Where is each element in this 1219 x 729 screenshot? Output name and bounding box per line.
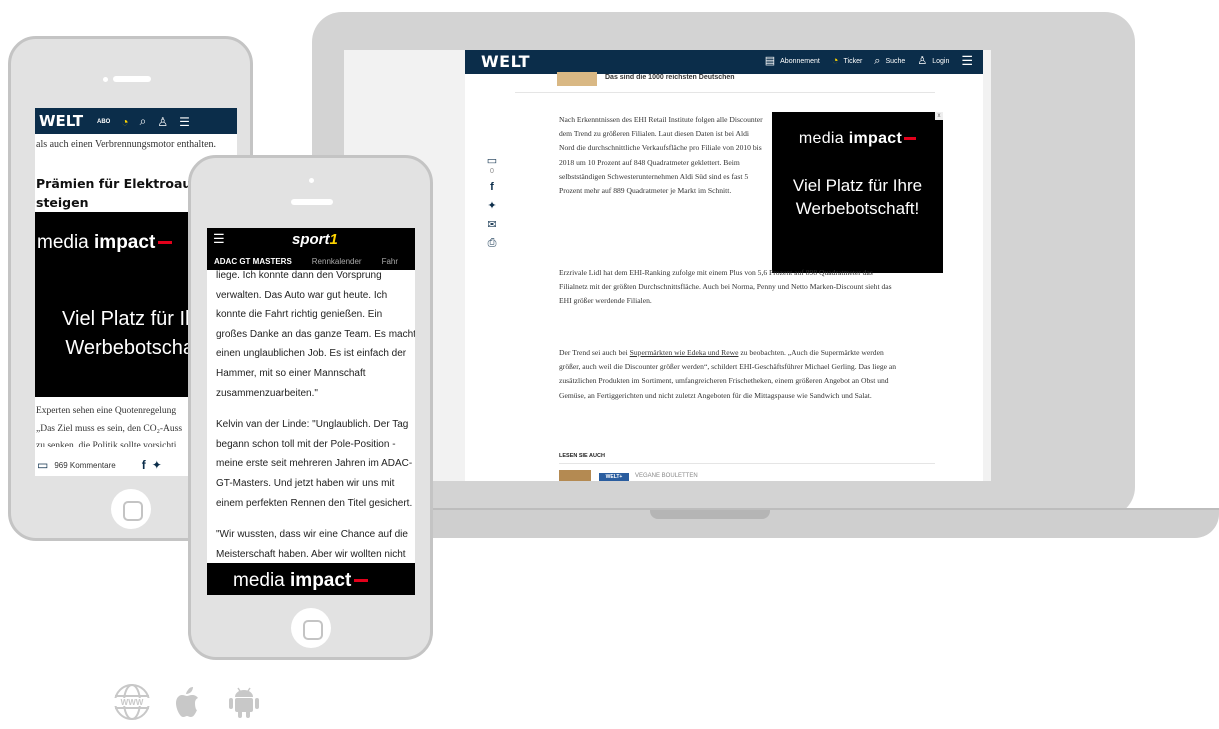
ad-banner[interactable]: x media impact Viel Platz für Ihre Werbe… [772,112,943,273]
p3-before: Der Trend sei auch bei [559,348,630,357]
media-impact-logo: media impact [772,130,943,148]
divider [515,92,935,93]
ad-message: Viel Platz für Ihre Werbebotschaft! [792,176,923,218]
ad-red-dash [158,241,173,245]
search-icon[interactable]: ⌕ [140,114,147,129]
www-globe-icon: WWW [114,684,150,720]
facebook-icon[interactable]: f [490,181,494,193]
phone-camera [103,77,108,82]
welt-mobile-nav: ABO ◔ ⌕ ♙ ☰ [97,114,190,129]
welt-logo[interactable]: WELT [39,112,83,130]
ad-brand-bold: impact [848,130,903,147]
mail-icon[interactable]: ✉ [487,218,496,231]
facebook-icon[interactable]: f [142,458,146,472]
media-impact-logo: media impact [37,232,173,254]
ticker-icon: ◔ [831,55,839,67]
nav-login[interactable]: ♙ Login [917,55,949,67]
article-text: „Das Ziel muss es sein, den CO₂-Auss [36,424,183,434]
teaser-thumbnail[interactable] [557,72,597,86]
phone-speaker [291,199,333,205]
phone-camera [309,178,314,183]
nav-suche-label: Suche [885,57,906,65]
tab-rennkalender[interactable]: Rennkalender [312,257,362,266]
nav-login-label: Login [932,57,950,65]
lesen-sie-auch-heading: LESEN SIE AUCH [559,453,605,459]
ad-banner[interactable]: media impact [207,563,415,595]
welt-logo[interactable]: WELT [481,52,530,71]
nav-suche[interactable]: ⌕ Suche [874,55,905,67]
ad-brand-bold: impact [94,232,156,253]
search-icon: ⌕ [874,55,881,67]
laptop-notch [650,510,770,519]
ad-brand-light: media [233,570,291,591]
ad-red-dash [904,137,917,141]
welt-plus-badge: WELT+ [599,473,629,481]
sport1-logo[interactable]: sport1 [292,231,338,248]
nav-abonnement[interactable]: ▤ Abonnement [765,55,820,67]
hamburger-menu-icon[interactable]: ☰ [213,231,225,247]
phone-speaker [113,76,151,82]
recommendation-thumbnail[interactable] [559,470,591,481]
article-paragraph: liege. Ich konnte dann den Vorsprung ver… [216,270,415,399]
apple-icon [176,687,198,717]
comments-count[interactable]: 969 Kommentare [54,461,115,470]
nav-ticker[interactable]: ◔ Ticker [832,55,862,67]
teaser-title[interactable]: Das sind die 1000 reichsten Deutschen [605,74,805,81]
share-column: ▭ 0 f ✦ ✉ ⎙ [485,154,499,250]
nav-ticker-label: Ticker [843,57,863,65]
comment-icon[interactable]: ▭ [487,154,497,167]
ad-red-dash [354,579,369,583]
phone-home-button[interactable] [291,608,331,648]
twitter-icon[interactable]: ✦ [487,199,496,212]
welt-mobile-header: WELT ABO ◔ ⌕ ♙ ☰ [35,108,237,134]
ad-brand-light: media [798,130,849,147]
comment-icon[interactable]: ▭ [37,458,48,472]
sport1-mobile-screen: ☰ sport1 ADAC GT MASTERS Rennkalender Fa… [207,228,415,595]
media-impact-logo: media impact [233,570,369,592]
ad-brand-light: media [37,232,95,253]
divider [559,463,935,464]
abo-link[interactable]: ABO [97,119,110,125]
article-text: Experten sehen eine Quotenregelung [36,406,177,416]
article-paragraph-2: Erzrivale Lidl hat dem EHI-Ranking zufol… [559,268,892,306]
welt-header: WELT ▤ Abonnement ◔ Ticker ⌕ Suche ♙ Log… [465,50,983,74]
user-icon: ♙ [917,55,928,67]
article-text: als auch einen Verbrennungsmotor enthalt… [36,139,217,150]
android-icon [229,687,259,718]
svg-text:WWW: WWW [121,698,144,707]
platform-icons: WWW [112,682,264,722]
article-paragraph: Kelvin van der Linde: "Unglaublich. Der … [216,419,413,509]
article-paragraph-3: Der Trend sei auch bei Supermärkten wie … [559,346,899,403]
article-body: liege. Ich konnte dann den Vorsprung ver… [216,266,415,595]
newspaper-icon: ▤ [764,55,776,67]
hamburger-menu-icon[interactable]: ☰ [961,54,973,67]
print-icon[interactable]: ⎙ [488,237,497,250]
sport1-logo-text: sport [292,231,330,248]
device-mockup-stage: WELT ▤ Abonnement ◔ Ticker ⌕ Suche ♙ Log… [0,0,1219,729]
comment-count: 0 [490,168,494,175]
twitter-icon[interactable]: ✦ [152,458,162,472]
phone-home-button[interactable] [111,489,151,529]
welt-nav: ▤ Abonnement ◔ Ticker ⌕ Suche ♙ Login ☰ [765,54,973,67]
tab-adac-gt-masters[interactable]: ADAC GT MASTERS [214,257,292,266]
ad-close-icon[interactable]: x [935,112,943,120]
tab-fahrer[interactable]: Fahr [382,257,398,266]
sport1-logo-number: 1 [329,231,338,248]
laptop-screen: WELT ▤ Abonnement ◔ Ticker ⌕ Suche ♙ Log… [344,50,991,481]
sport1-header: ☰ sport1 [207,228,415,252]
welt-desktop-page: WELT ▤ Abonnement ◔ Ticker ⌕ Suche ♙ Log… [465,50,983,481]
article-paragraph-1: Nach Erkenntnissen des EHI Retail Instit… [559,115,763,196]
ticker-icon[interactable]: ◔ [121,115,128,129]
user-icon[interactable]: ♙ [157,115,168,129]
hamburger-menu-icon[interactable]: ☰ [179,115,190,129]
ad-brand-bold: impact [290,570,352,591]
supermarkt-link[interactable]: Supermärkten wie Edeka und Rewe [630,348,739,357]
article-text: zu senken, die Politik sollte vorsichti [36,441,177,447]
recommendation-title[interactable]: VEGANE BOULETTEN [635,473,698,479]
nav-abonnement-label: Abonnement [780,57,820,65]
